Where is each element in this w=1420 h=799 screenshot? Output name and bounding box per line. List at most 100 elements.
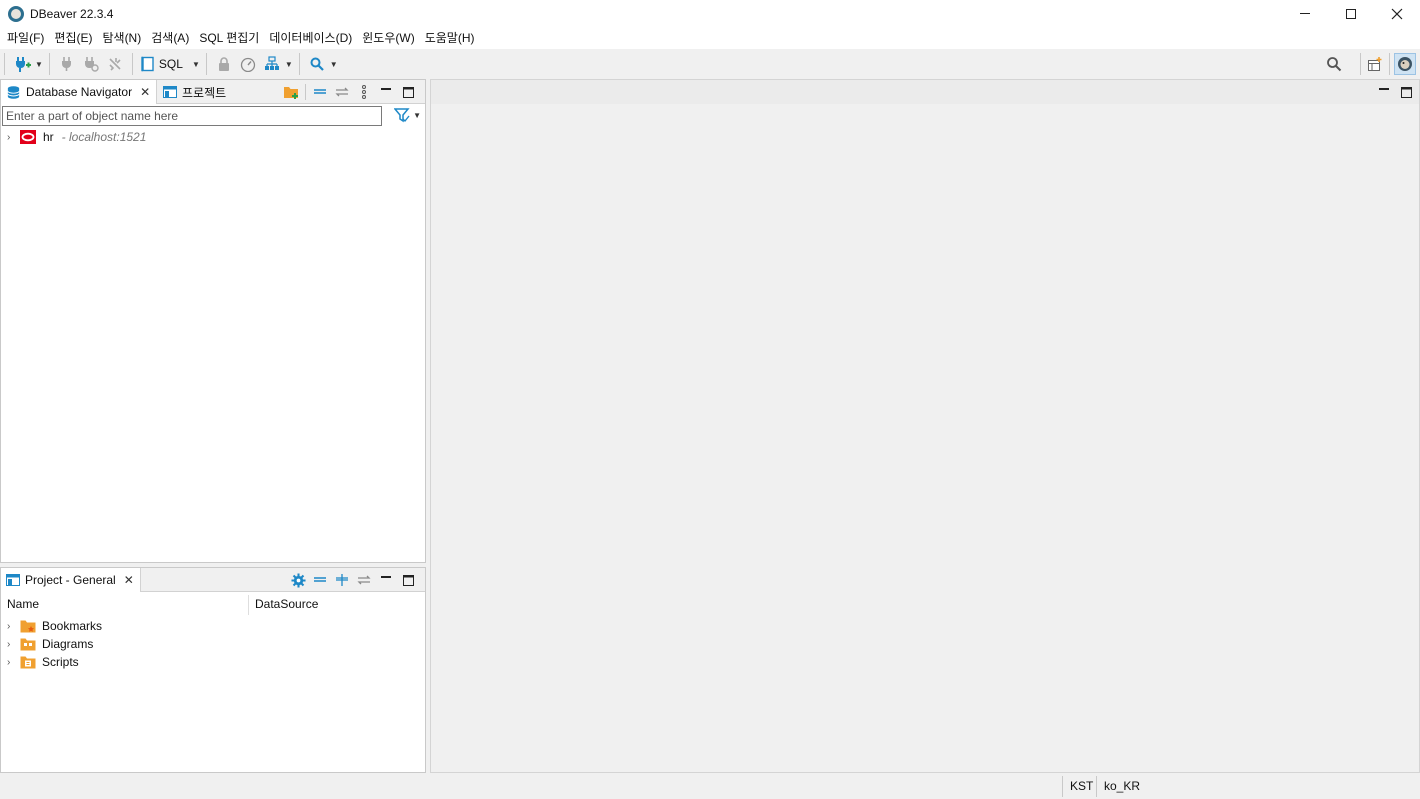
object-filter-input[interactable]: [2, 106, 382, 126]
disconnect-button[interactable]: [105, 54, 125, 74]
editor-tools: [1373, 83, 1417, 101]
database-navigator-panel: Database Navigator ✕ 프로젝트 Enter a part o…: [0, 79, 426, 563]
dashboard-button[interactable]: [238, 54, 258, 74]
dbeaver-perspective-button[interactable]: [1394, 53, 1416, 75]
minimize-icon: [381, 88, 391, 90]
dbeaver-logo-icon: [8, 5, 24, 22]
close-icon[interactable]: ✕: [124, 573, 134, 587]
filter-dropdown-icon[interactable]: ▼: [413, 111, 421, 120]
project-item-bookmarks[interactable]: › Bookmarks: [1, 617, 102, 635]
minimize-icon: [1300, 13, 1310, 14]
column-divider[interactable]: [248, 595, 249, 615]
plug-refresh-icon: [84, 57, 99, 72]
lock-icon: [218, 57, 229, 71]
er-diagram-button[interactable]: [262, 54, 282, 74]
new-folder-button[interactable]: [280, 83, 302, 101]
collapse-all-button[interactable]: [309, 83, 331, 101]
collapse-all-button[interactable]: [309, 571, 331, 589]
bookmarks-folder-icon: [20, 619, 36, 633]
expand-chevron-icon[interactable]: ›: [7, 621, 17, 632]
sql-dropdown-icon[interactable]: ▼: [192, 60, 200, 69]
window-title: DBeaver 22.3.4: [30, 6, 114, 21]
tab-label: Database Navigator: [26, 85, 133, 99]
connection-node[interactable]: › hr - localhost:1521: [1, 128, 146, 146]
menu-search[interactable]: 검색(A): [146, 27, 194, 49]
window-controls: [1282, 0, 1420, 27]
reconnect-button[interactable]: [81, 54, 101, 74]
close-icon[interactable]: ✕: [140, 85, 150, 99]
toolbar-separator: [1389, 53, 1390, 75]
filter-settings-button[interactable]: ▼: [394, 108, 422, 123]
minimize-editor-button[interactable]: [1373, 83, 1395, 101]
column-header-datasource[interactable]: DataSource: [255, 593, 318, 615]
er-diagram-dropdown-icon[interactable]: ▼: [285, 60, 293, 69]
plug-plus-icon: [16, 57, 31, 72]
open-perspective-button[interactable]: [1365, 54, 1385, 74]
sql-editor-button[interactable]: SQL: [140, 54, 189, 74]
tab-projects[interactable]: 프로젝트: [158, 80, 232, 104]
search-icon: [310, 57, 324, 71]
view-menu-button[interactable]: [353, 83, 375, 101]
configure-button[interactable]: [287, 571, 309, 589]
maximize-icon: [1400, 86, 1412, 98]
navigator-tab-bar: Database Navigator ✕ 프로젝트: [1, 80, 425, 104]
menu-navigate[interactable]: 탐색(N): [97, 27, 146, 49]
minimize-icon: [1379, 88, 1389, 90]
dbeaver-perspective-icon: [1398, 57, 1412, 71]
minimize-button[interactable]: [1282, 0, 1328, 27]
menu-database[interactable]: 데이터베이스(D): [264, 27, 357, 49]
project-panel: Project - General ✕ Name DataSource › Bo…: [0, 567, 426, 773]
tab-project-general[interactable]: Project - General ✕: [1, 568, 141, 592]
new-connection-button[interactable]: [12, 54, 32, 74]
minimize-view-button[interactable]: [375, 571, 397, 589]
project-icon: [163, 85, 177, 99]
maximize-view-button[interactable]: [397, 571, 419, 589]
perspective-icon: [1368, 57, 1382, 71]
toolbar-separator: [205, 53, 207, 75]
maximize-view-button[interactable]: [397, 83, 419, 101]
status-timezone[interactable]: KST: [1062, 776, 1096, 797]
tab-label: Project - General: [25, 573, 116, 587]
new-connection-dropdown-icon[interactable]: ▼: [35, 60, 43, 69]
menu-edit[interactable]: 편집(E): [49, 27, 97, 49]
link-with-editor-button[interactable]: [353, 571, 375, 589]
expand-chevron-icon[interactable]: ›: [7, 639, 17, 650]
folder-plus-icon: [283, 86, 298, 99]
gauge-icon: [240, 57, 256, 72]
expand-all-icon: [336, 574, 348, 586]
menu-sql-editor[interactable]: SQL 편집기: [194, 27, 264, 49]
search-dropdown-icon[interactable]: ▼: [330, 60, 338, 69]
status-bar: KST ko_KR: [0, 774, 1420, 799]
status-locale[interactable]: ko_KR: [1096, 776, 1142, 797]
project-item-diagrams[interactable]: › Diagrams: [1, 635, 93, 653]
link-with-editor-button[interactable]: [331, 83, 353, 101]
project-icon: [6, 573, 20, 587]
quick-search-button[interactable]: [1324, 54, 1344, 74]
sync-arrows-icon: [357, 575, 371, 585]
tab-label: 프로젝트: [182, 85, 227, 100]
project-item-label: Scripts: [42, 655, 79, 669]
sql-script-icon: [141, 56, 154, 72]
tab-database-navigator[interactable]: Database Navigator ✕: [1, 80, 158, 104]
menu-file[interactable]: 파일(F): [2, 27, 49, 49]
project-column-header: Name DataSource: [1, 593, 425, 615]
toolbar-separator: [4, 53, 5, 75]
search-tool-button[interactable]: [307, 54, 327, 74]
close-button[interactable]: [1374, 0, 1420, 27]
maximize-button[interactable]: [1328, 0, 1374, 27]
minimize-view-button[interactable]: [375, 83, 397, 101]
transaction-mode-button[interactable]: [214, 54, 234, 74]
project-item-scripts[interactable]: › Scripts: [1, 653, 79, 671]
expand-all-button[interactable]: [331, 571, 353, 589]
maximize-icon: [402, 86, 414, 98]
menu-window[interactable]: 윈도우(W): [357, 27, 419, 49]
connect-button[interactable]: [57, 54, 77, 74]
maximize-editor-button[interactable]: [1395, 83, 1417, 101]
expand-chevron-icon[interactable]: ›: [7, 132, 17, 143]
toolbar-separator: [131, 53, 133, 75]
expand-chevron-icon[interactable]: ›: [7, 657, 17, 668]
column-header-name[interactable]: Name: [7, 593, 39, 615]
project-item-label: Bookmarks: [42, 619, 103, 633]
title-bar: DBeaver 22.3.4: [0, 0, 1420, 27]
menu-help[interactable]: 도움말(H): [420, 27, 480, 49]
